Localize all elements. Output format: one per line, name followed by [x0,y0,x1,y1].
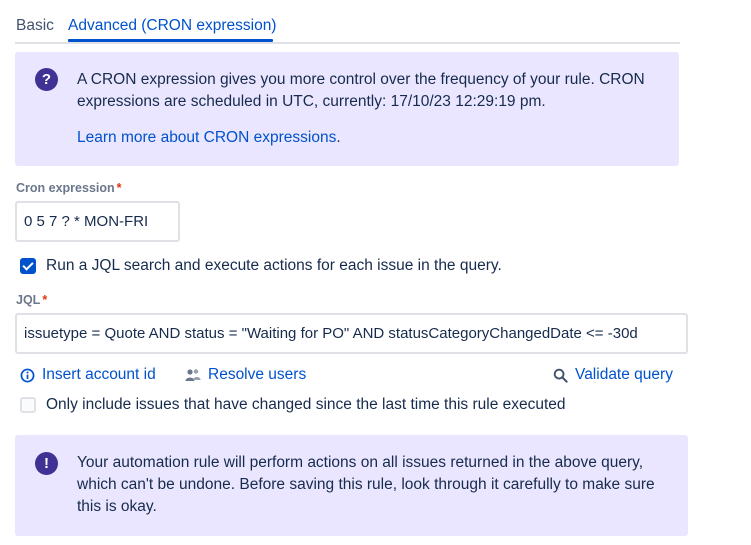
info-circle-icon [20,368,35,382]
only-changed-issues-label[interactable]: Only include issues that have changed si… [46,395,566,415]
search-icon [553,368,568,383]
run-jql-checkbox[interactable] [20,258,36,274]
run-jql-checkbox-label[interactable]: Run a JQL search and execute actions for… [46,256,502,276]
learn-more-suffix: . [336,129,341,146]
tab-advanced-cron[interactable]: Advanced (CRON expression) [68,16,276,36]
warning-text: Your automation rule will perform action… [77,454,655,515]
learn-more-cron-link[interactable]: Learn more about CRON expressions [77,129,336,146]
users-icon [185,369,201,381]
cron-expression-label: Cron expression * [16,180,122,196]
learn-more-line: Learn more about CRON expressions. [77,127,341,149]
exclamation-circle-icon: ! [35,452,58,475]
cron-info-panel: ? A CRON expression gives you more contr… [15,52,679,166]
required-marker: * [42,293,48,307]
insert-account-id-button[interactable]: Insert account id [20,364,156,386]
cron-info-text: A CRON expression gives you more control… [77,71,645,110]
checkmark-icon [22,259,34,271]
question-circle-icon: ? [35,68,58,91]
validate-query-button[interactable]: Validate query [553,364,673,386]
resolve-users-label: Resolve users [208,366,307,383]
schedule-tabs: Basic Advanced (CRON expression) [15,0,680,44]
only-changed-issues-checkbox[interactable] [20,397,36,413]
tab-basic[interactable]: Basic [16,16,54,36]
jql-label: JQL * [16,292,47,308]
validate-query-label: Validate query [575,366,673,383]
active-tab-indicator [68,39,273,42]
warning-panel: ! Your automation rule will perform acti… [15,435,688,536]
cron-expression-label-text: Cron expression [16,181,115,195]
jql-label-text: JQL [16,293,41,307]
insert-account-id-label: Insert account id [42,366,156,383]
cron-expression-input[interactable] [15,201,180,242]
jql-input[interactable] [15,313,688,354]
automation-schedule-form: Basic Advanced (CRON expression) ? A CRO… [0,0,751,545]
resolve-users-button[interactable]: Resolve users [185,364,306,386]
required-marker: * [116,181,122,195]
